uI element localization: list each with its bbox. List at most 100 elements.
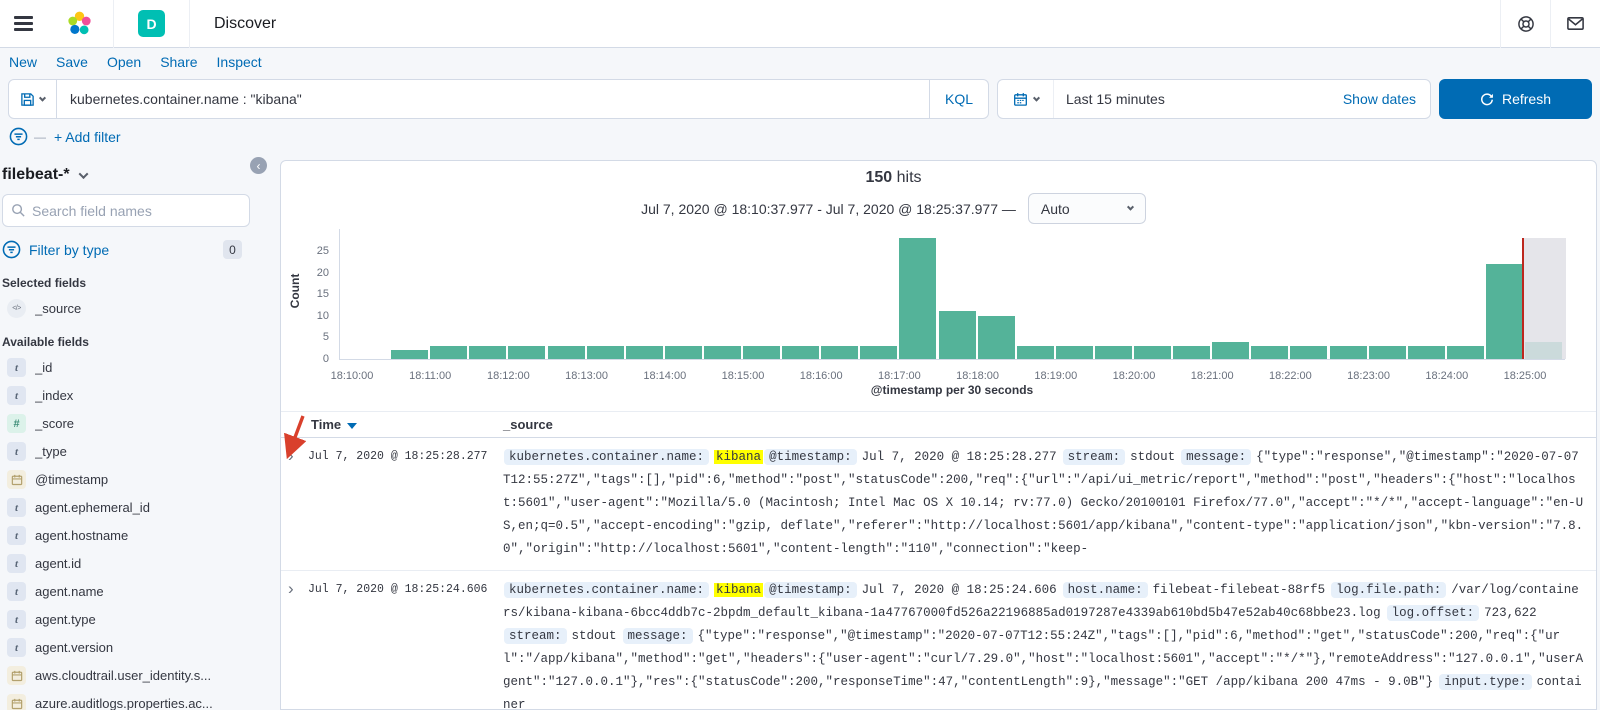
menu-item-new[interactable]: New xyxy=(9,54,37,70)
field-item-_type[interactable]: t _type xyxy=(2,442,250,461)
histogram-bar xyxy=(1134,346,1172,359)
histogram-bar xyxy=(938,311,976,359)
field-item-agent.ephemeral_id[interactable]: t agent.ephemeral_id xyxy=(2,498,250,517)
histogram-bar xyxy=(821,346,859,359)
selected-fields-list: </> _source xyxy=(2,299,250,318)
field-item-agent.id[interactable]: t agent.id xyxy=(2,554,250,573)
histogram-bar xyxy=(508,346,546,359)
search-field-names-input[interactable] xyxy=(32,202,241,219)
refresh-button[interactable]: Refresh xyxy=(1439,79,1592,119)
field-name-chip: stream: xyxy=(1062,449,1126,465)
x-tick-label: 18:17:00 xyxy=(877,370,921,382)
add-filter-button[interactable]: + Add filter xyxy=(54,129,121,145)
doc-table-header: Time _source xyxy=(281,411,1596,438)
histogram-bar xyxy=(1407,346,1445,359)
calendar-icon xyxy=(1013,92,1027,106)
x-tick-label: 18:12:00 xyxy=(486,370,530,382)
available-fields-heading: Available fields xyxy=(2,335,89,349)
page-title: Discover xyxy=(214,14,277,32)
menu-item-save[interactable]: Save xyxy=(56,54,88,70)
histogram-bar xyxy=(1055,346,1093,359)
field-name: agent.id xyxy=(35,556,82,571)
histogram-bar xyxy=(1094,346,1132,359)
field-item-agent.type[interactable]: t agent.type xyxy=(2,610,250,629)
refresh-icon xyxy=(1481,93,1493,106)
field-name: _id xyxy=(35,360,53,375)
index-pattern-switcher[interactable]: filebeat-* xyxy=(2,166,250,184)
field-name-chip: kubernetes.container.name: xyxy=(504,449,710,465)
number-field-icon: # xyxy=(7,414,26,433)
field-item-_id[interactable]: t _id xyxy=(2,358,250,377)
column-header-time[interactable]: Time xyxy=(311,417,358,432)
source-cell: kubernetes.container.name: kibana @timesta… xyxy=(503,446,1584,561)
histogram-bar xyxy=(1485,263,1523,359)
menu-item-open[interactable]: Open xyxy=(107,54,141,70)
chevron-down-icon xyxy=(38,94,47,102)
discover-app-badge[interactable]: D xyxy=(138,10,165,37)
expand-document-chevron[interactable]: › xyxy=(288,447,294,464)
show-dates-button[interactable]: Show dates xyxy=(1343,91,1430,107)
saved-query-button[interactable] xyxy=(8,79,57,119)
date-picker: Last 15 minutes Show dates xyxy=(997,79,1431,119)
index-pattern-name: filebeat-* xyxy=(2,166,70,183)
field-item-aws.cloudtrail.user_identity.s...[interactable]: aws.cloudtrail.user_identity.s... xyxy=(2,666,250,685)
kql-language-button[interactable]: KQL xyxy=(928,80,988,118)
query-text[interactable]: kubernetes.container.name : "kibana" xyxy=(57,91,929,107)
menu-item-inspect[interactable]: Inspect xyxy=(217,54,262,70)
hits-counter: 150 hits xyxy=(281,169,1506,187)
quick-select-button[interactable] xyxy=(998,80,1054,118)
text-field-icon: t xyxy=(7,638,26,657)
field-item-agent.name[interactable]: t agent.name xyxy=(2,582,250,601)
histogram-bar xyxy=(1212,341,1250,359)
histogram-bar xyxy=(586,346,624,359)
field-name-chip: input.type: xyxy=(1439,674,1532,690)
text-field-icon: t xyxy=(7,498,26,517)
available-fields-list: t _id t _index # _score t _type @timestamp t agent… xyxy=(2,358,250,710)
x-tick-label: 18:25:00 xyxy=(1503,370,1547,382)
expand-document-chevron[interactable]: › xyxy=(288,580,294,597)
field-item-@timestamp[interactable]: @timestamp xyxy=(2,470,250,489)
field-name: _type xyxy=(35,444,67,459)
x-tick-label: 18:21:00 xyxy=(1190,370,1234,382)
histogram-bar xyxy=(899,238,937,359)
x-tick-label: 18:18:00 xyxy=(956,370,1000,382)
field-item-azure.auditlogs.properties.ac...[interactable]: azure.auditlogs.properties.ac... xyxy=(2,694,250,710)
save-icon xyxy=(21,92,34,106)
interval-select[interactable]: Auto xyxy=(1027,193,1146,224)
collapse-sidebar-button[interactable]: ‹ xyxy=(250,157,267,174)
date-field-icon xyxy=(7,694,26,710)
filter-by-type-button[interactable]: Filter by type 0 xyxy=(2,240,250,259)
field-item-_source[interactable]: </> _source xyxy=(2,299,250,318)
menu-item-share[interactable]: Share xyxy=(160,54,197,70)
x-tick-label: 18:24:00 xyxy=(1425,370,1469,382)
x-tick-label: 18:15:00 xyxy=(721,370,765,382)
help-icon[interactable] xyxy=(1500,0,1550,48)
histogram-bar xyxy=(547,346,585,359)
x-tick-label: 18:13:00 xyxy=(565,370,609,382)
field-name-chip: kubernetes.container.name: xyxy=(504,582,710,598)
date-field-icon xyxy=(7,470,26,489)
field-item-agent.version[interactable]: t agent.version xyxy=(2,638,250,657)
field-item-agent.hostname[interactable]: t agent.hostname xyxy=(2,526,250,545)
histogram-bar xyxy=(703,346,741,359)
date-field-icon xyxy=(7,666,26,685)
hamburger-menu-icon[interactable] xyxy=(0,0,46,48)
y-tick-label: 15 xyxy=(316,288,329,301)
histogram-bar xyxy=(1016,346,1054,359)
x-tick-label: 18:10:00 xyxy=(330,370,374,382)
time-range-value[interactable]: Last 15 minutes xyxy=(1054,91,1343,107)
text-field-icon: t xyxy=(7,358,26,377)
histogram-bar xyxy=(664,346,702,359)
histogram-bar xyxy=(977,315,1015,359)
field-value-text: Jul 7, 2020 @ 18:25:24.606 xyxy=(861,583,1057,597)
filter-circle-icon[interactable] xyxy=(9,127,28,146)
histogram-bar xyxy=(1290,346,1328,359)
mail-icon[interactable] xyxy=(1550,0,1600,48)
field-name: @timestamp xyxy=(35,472,109,487)
field-item-_index[interactable]: t _index xyxy=(2,386,250,405)
field-name: azure.auditlogs.properties.ac... xyxy=(35,696,213,710)
field-search-box xyxy=(2,194,250,227)
field-name-chip: host.name: xyxy=(1062,582,1148,598)
query-input[interactable]: kubernetes.container.name : "kibana" KQL xyxy=(57,79,989,119)
field-item-_score[interactable]: # _score xyxy=(2,414,250,433)
